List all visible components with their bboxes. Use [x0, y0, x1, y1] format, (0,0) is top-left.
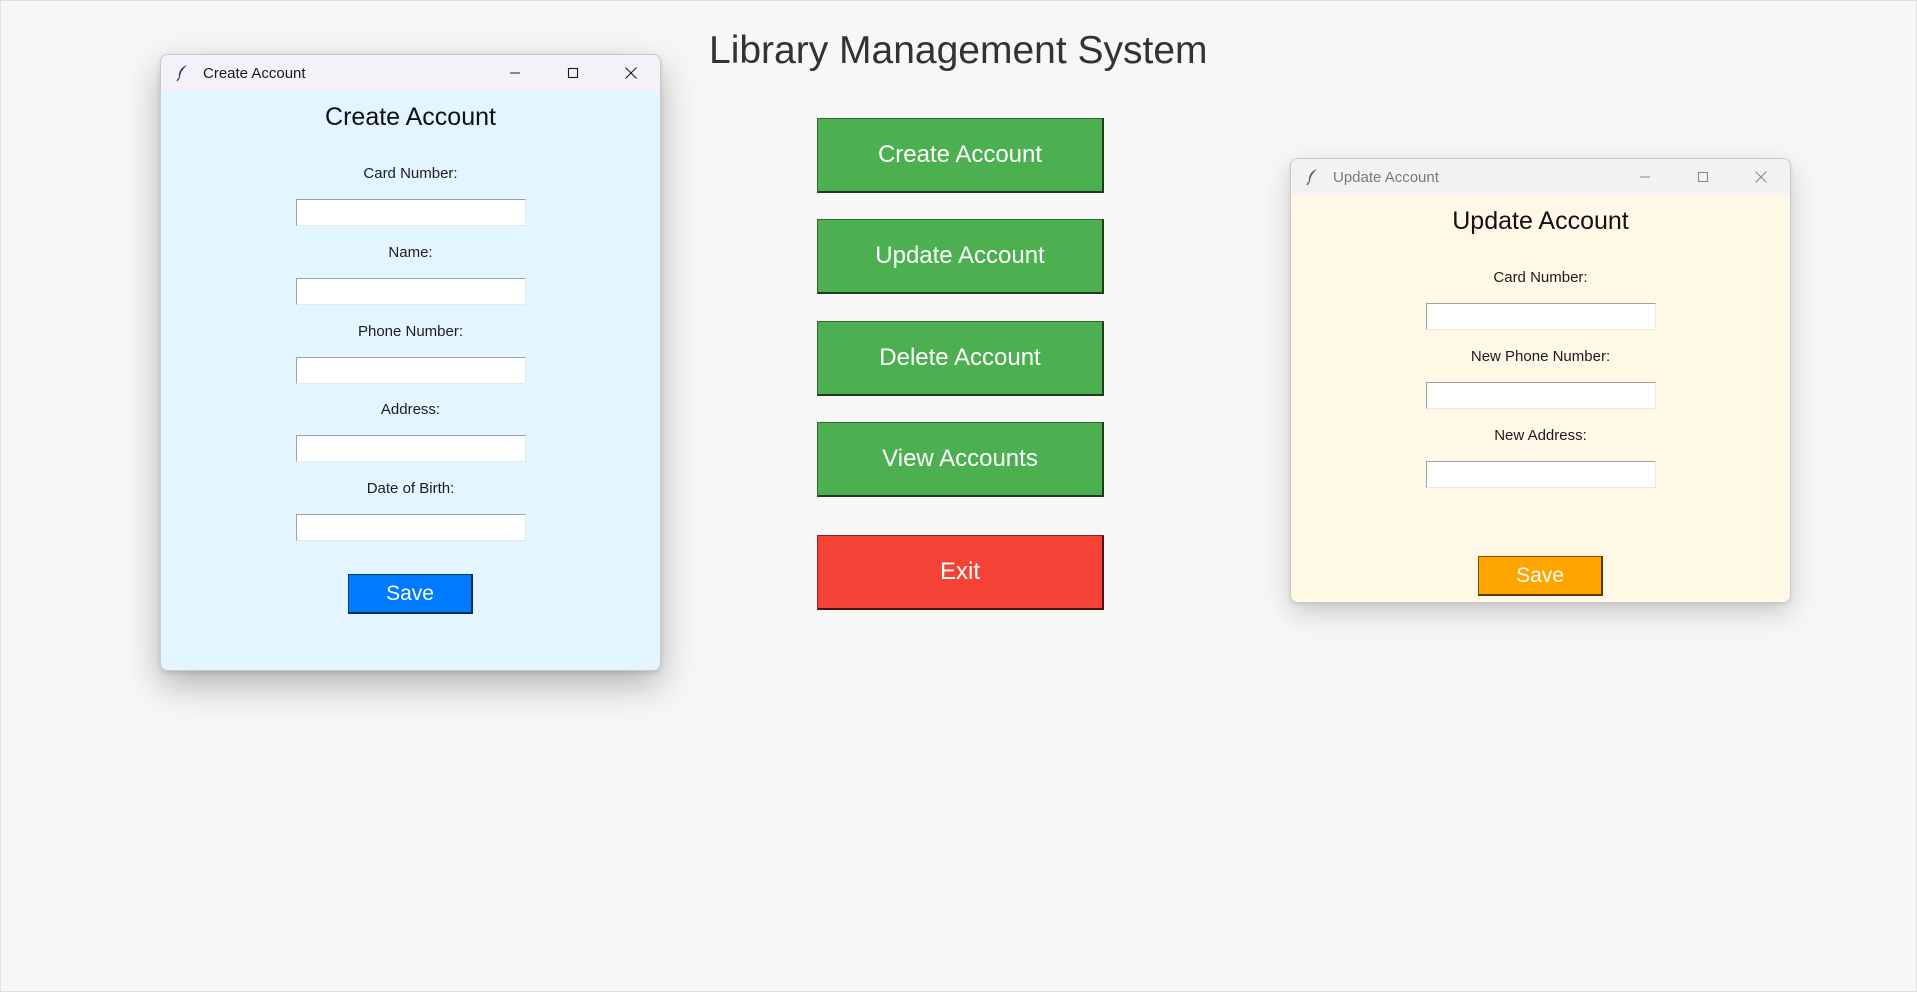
close-icon[interactable] [602, 55, 660, 91]
phone-number-label: Phone Number: [357, 323, 464, 340]
update-window-client: Update Account Card Number: New Phone Nu… [1291, 195, 1790, 602]
date-of-birth-input[interactable] [296, 514, 526, 541]
new-phone-number-input[interactable] [1426, 382, 1656, 409]
date-of-birth-label: Date of Birth: [366, 480, 455, 497]
app-title: Library Management System [709, 29, 1208, 72]
new-phone-number-label: New Phone Number: [1470, 348, 1611, 365]
minimize-icon[interactable] [1616, 159, 1674, 195]
card-number-input[interactable] [296, 199, 526, 226]
delete-account-button[interactable]: Delete Account [817, 321, 1104, 396]
exit-button[interactable]: Exit [817, 535, 1104, 610]
create-account-button[interactable]: Create Account [817, 118, 1104, 193]
new-address-input[interactable] [1426, 461, 1656, 488]
create-account-window: Create Account Create Account Card Numbe… [160, 54, 661, 671]
update-account-button[interactable]: Update Account [817, 219, 1104, 294]
name-label: Name: [388, 244, 433, 261]
name-input[interactable] [296, 278, 526, 305]
new-address-label: New Address: [1494, 427, 1587, 444]
maximize-icon[interactable] [544, 55, 602, 91]
main-window: Library Management System Create Account… [0, 0, 1917, 992]
update-card-number-label: Card Number: [1493, 269, 1588, 286]
update-form-heading: Update Account [1452, 207, 1629, 235]
create-window-title: Create Account [203, 64, 306, 82]
card-number-label: Card Number: [363, 165, 458, 182]
create-save-button[interactable]: Save [348, 574, 473, 614]
minimize-icon[interactable] [486, 55, 544, 91]
create-window-client: Create Account Card Number: Name: Phone … [161, 91, 660, 670]
address-input[interactable] [296, 435, 526, 462]
feather-icon [1303, 167, 1323, 187]
address-label: Address: [380, 401, 441, 418]
view-accounts-button[interactable]: View Accounts [817, 422, 1104, 497]
feather-icon [173, 63, 193, 83]
create-window-titlebar[interactable]: Create Account [161, 55, 660, 91]
maximize-icon[interactable] [1674, 159, 1732, 195]
phone-number-input[interactable] [296, 357, 526, 384]
create-form-heading: Create Account [325, 103, 496, 131]
update-save-button[interactable]: Save [1478, 556, 1603, 596]
update-window-titlebar[interactable]: Update Account [1291, 159, 1790, 195]
update-window-title: Update Account [1333, 168, 1439, 186]
close-icon[interactable] [1732, 159, 1790, 195]
update-card-number-input[interactable] [1426, 303, 1656, 330]
update-account-window: Update Account Update Account Card Numbe… [1290, 158, 1791, 603]
